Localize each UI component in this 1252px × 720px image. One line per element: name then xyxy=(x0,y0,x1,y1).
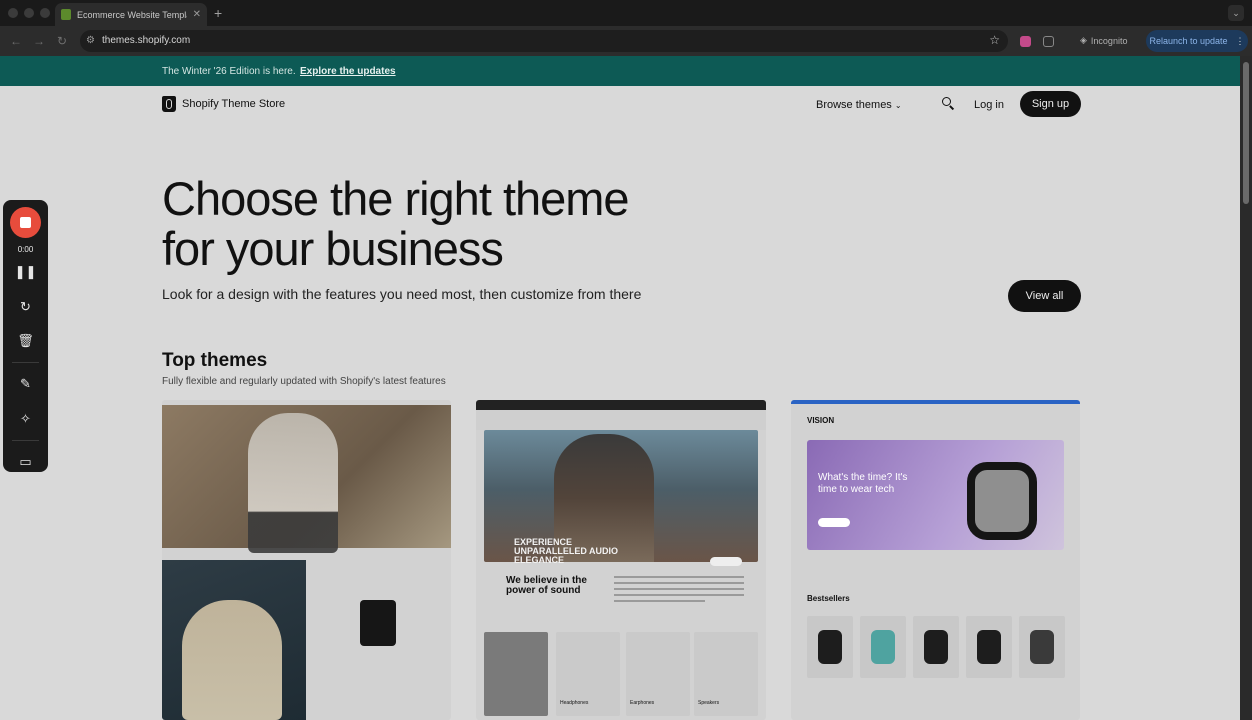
vision-banner-button xyxy=(818,518,850,527)
window-close-button[interactable] xyxy=(8,8,18,18)
scrollbar-thumb[interactable] xyxy=(1243,62,1249,204)
url-text: themes.shopify.com xyxy=(102,35,191,46)
audio-theme-nav xyxy=(476,410,766,430)
product-tile xyxy=(807,616,853,678)
audio-product-tile xyxy=(484,632,548,716)
audio-headline: EXPERIENCE UNPARALLELED AUDIO ELEGANCE xyxy=(514,537,618,565)
shopify-bag-icon xyxy=(162,96,176,112)
logo-text: Shopify Theme Store xyxy=(182,98,286,110)
back-icon[interactable]: ← xyxy=(10,34,22,48)
audio-hero-image: EXPERIENCE UNPARALLELED AUDIO ELEGANCE xyxy=(484,430,758,566)
close-tab-icon[interactable]: ✕ xyxy=(193,9,201,20)
fashion-hero-image xyxy=(162,405,451,553)
hero-title-line1: Choose the right theme xyxy=(162,172,630,225)
smartwatch-image xyxy=(967,462,1037,540)
theme-card-fashion[interactable] xyxy=(162,400,451,720)
side-panel-icon[interactable] xyxy=(1043,36,1054,47)
reload-icon[interactable]: ↻ xyxy=(57,34,67,48)
star-icon[interactable]: ☆ xyxy=(989,33,1000,47)
audio-body-text xyxy=(614,576,744,606)
tune-icon[interactable]: ⚙ xyxy=(86,35,95,46)
site-header: Shopify Theme Store Browse themes ⌄ Log … xyxy=(0,86,1240,124)
bestsellers-heading: Bestsellers xyxy=(807,594,850,603)
vision-logo: VISION xyxy=(807,416,835,425)
page-scrollbar[interactable] xyxy=(1240,56,1252,720)
product-label: Speakers xyxy=(698,700,720,706)
recording-timer: 0:00 xyxy=(17,245,34,254)
address-bar[interactable]: ⚙ themes.shopify.com ☆ xyxy=(80,30,1008,52)
chevron-down-icon: ⌄ xyxy=(894,101,902,110)
relaunch-button[interactable]: Relaunch to update ⋮ xyxy=(1146,30,1248,52)
browse-themes-menu[interactable]: Browse themes ⌄ xyxy=(816,99,902,111)
incognito-label: Incognito xyxy=(1090,35,1128,46)
window-maximize-button[interactable] xyxy=(40,8,50,18)
extension-icon[interactable] xyxy=(1020,36,1031,47)
browse-label: Browse themes xyxy=(816,99,892,111)
audio-believe-heading: We believe in the power of sound xyxy=(506,575,587,596)
jacket-product-image xyxy=(360,600,396,646)
site-logo[interactable]: Shopify Theme Store xyxy=(162,96,285,112)
tab-title: Ecommerce Website Templat xyxy=(77,9,187,20)
tab-search-icon[interactable]: ⌄ xyxy=(1228,5,1244,21)
top-themes-subtitle: Fully flexible and regularly updated wit… xyxy=(162,376,446,387)
incognito-icon: ◈ xyxy=(1080,35,1087,45)
stop-recording-button[interactable] xyxy=(10,207,41,238)
login-link[interactable]: Log in xyxy=(974,99,1004,111)
announcement-bar: The Winter '26 Edition is here. Explore … xyxy=(0,56,1240,86)
window-minimize-button[interactable] xyxy=(24,8,34,18)
vision-banner-text: What's the time? It's time to wear tech xyxy=(818,472,908,495)
hero-subtitle: Look for a design with the features you … xyxy=(162,286,642,302)
incognito-indicator[interactable]: ◈ Incognito xyxy=(1080,35,1127,46)
product-label: Headphones xyxy=(560,700,589,706)
search-icon[interactable] xyxy=(942,97,955,110)
new-tab-icon[interactable]: + xyxy=(214,5,222,21)
more-icon[interactable]: ⋮ xyxy=(1236,36,1245,47)
audio-shop-button xyxy=(710,557,742,566)
hero-title: Choose the right theme for your business xyxy=(162,172,630,275)
view-all-button[interactable]: View all xyxy=(1008,280,1081,312)
product-label: Earphones xyxy=(630,700,655,706)
trash-icon[interactable]: 🗑 xyxy=(3,333,48,349)
effects-icon[interactable]: ✧ xyxy=(3,411,48,427)
pen-icon[interactable]: ✎ xyxy=(3,376,48,392)
hero-title-line2: for your business xyxy=(162,222,504,275)
pause-icon[interactable]: ❚❚ xyxy=(3,264,48,280)
shopify-favicon-icon xyxy=(61,9,71,20)
product-tile xyxy=(1019,616,1065,678)
signup-button[interactable]: Sign up xyxy=(1020,91,1081,117)
product-tile xyxy=(913,616,959,678)
page-viewport: The Winter '26 Edition is here. Explore … xyxy=(0,56,1252,720)
forward-icon[interactable]: → xyxy=(33,34,45,48)
browser-toolbar: ← → ↻ ⚙ themes.shopify.com ☆ ◈ Incognito… xyxy=(0,26,1252,56)
camera-icon[interactable]: ▭ xyxy=(3,454,48,470)
announcement-link[interactable]: Explore the updates xyxy=(300,66,396,77)
relaunch-label: Relaunch to update xyxy=(1149,36,1228,46)
browser-tab[interactable]: Ecommerce Website Templat ✕ xyxy=(55,3,207,26)
screen-recorder-panel: 0:00 ❚❚ ↻ 🗑 ✎ ✧ ▭ xyxy=(3,200,48,472)
theme-card-vision[interactable]: VISION What's the time? It's time to wea… xyxy=(791,400,1080,720)
vision-banner: What's the time? It's time to wear tech xyxy=(807,440,1064,550)
restart-icon[interactable]: ↻ xyxy=(3,299,48,315)
top-themes-title: Top themes xyxy=(162,350,268,371)
product-tile xyxy=(966,616,1012,678)
browser-tab-bar: Ecommerce Website Templat ✕ + ⌄ xyxy=(0,0,1252,26)
fashion-model-image xyxy=(162,560,306,720)
theme-card-audio[interactable]: EXPERIENCE UNPARALLELED AUDIO ELEGANCE W… xyxy=(476,400,766,720)
announcement-text: The Winter '26 Edition is here. xyxy=(162,66,296,77)
product-tile xyxy=(860,616,906,678)
